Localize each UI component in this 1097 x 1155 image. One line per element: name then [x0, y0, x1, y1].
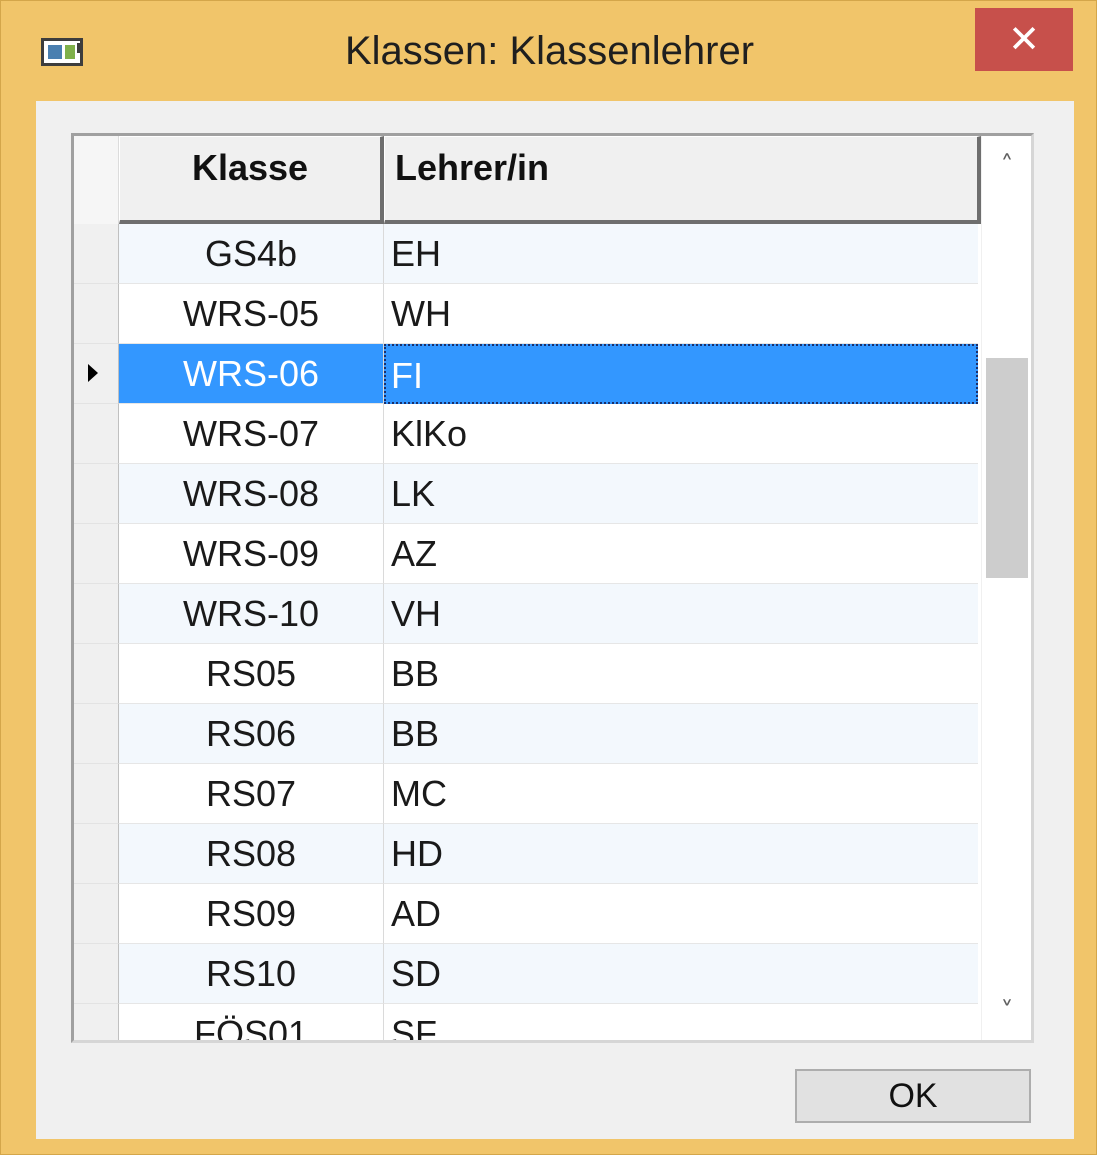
cell-klasse[interactable]: WRS-10 — [119, 584, 384, 644]
current-row-indicator-icon — [88, 364, 98, 382]
row-header-cell[interactable] — [74, 884, 119, 944]
cell-lehrer[interactable]: WH — [384, 284, 978, 344]
row-header-cell[interactable] — [74, 824, 119, 884]
scroll-up-arrow-icon[interactable]: ˄ — [982, 142, 1031, 190]
row-header-cell[interactable] — [74, 644, 119, 704]
row-header-cell[interactable] — [74, 464, 119, 524]
cell-lehrer[interactable]: SD — [384, 944, 978, 1004]
cell-lehrer[interactable]: SF — [384, 1004, 978, 1040]
cell-klasse[interactable]: WRS-08 — [119, 464, 384, 524]
table-row[interactable]: RS09 AD — [74, 884, 978, 944]
cell-lehrer[interactable]: MC — [384, 764, 978, 824]
row-header-cell[interactable] — [74, 704, 119, 764]
cell-klasse[interactable]: RS06 — [119, 704, 384, 764]
table-row[interactable]: RS10 SD — [74, 944, 978, 1004]
row-header-cell[interactable] — [74, 1004, 119, 1040]
table-row[interactable]: RS07 MC — [74, 764, 978, 824]
row-header-cell[interactable] — [74, 224, 119, 284]
row-header-cell[interactable] — [74, 344, 119, 404]
cell-klasse[interactable]: RS09 — [119, 884, 384, 944]
cell-klasse[interactable]: RS05 — [119, 644, 384, 704]
table-row[interactable]: FÖS01 SF — [74, 1004, 978, 1040]
column-header-klasse[interactable]: Klasse — [119, 136, 384, 224]
table-row[interactable]: RS08 HD — [74, 824, 978, 884]
cell-lehrer[interactable]: EH — [384, 224, 978, 284]
table-row[interactable]: WRS-06 FI — [74, 344, 978, 404]
table-row[interactable]: WRS-07 KlKo — [74, 404, 978, 464]
table-row[interactable]: WRS-08 LK — [74, 464, 978, 524]
cell-klasse[interactable]: RS07 — [119, 764, 384, 824]
close-button[interactable]: ✕ — [975, 8, 1073, 71]
row-header-cell[interactable] — [74, 764, 119, 824]
cell-lehrer[interactable]: AZ — [384, 524, 978, 584]
cell-klasse[interactable]: WRS-09 — [119, 524, 384, 584]
table-row[interactable]: WRS-05 WH — [74, 284, 978, 344]
cell-lehrer[interactable]: AD — [384, 884, 978, 944]
cell-lehrer[interactable]: KlKo — [384, 404, 978, 464]
ok-button[interactable]: OK — [795, 1069, 1031, 1123]
cell-lehrer[interactable]: BB — [384, 644, 978, 704]
scrollbar-thumb[interactable] — [986, 358, 1028, 578]
title-bar[interactable]: Klassen: Klassenlehrer ✕ — [1, 1, 1097, 101]
cell-klasse[interactable]: WRS-05 — [119, 284, 384, 344]
dialog-client-area: Klasse Lehrer/in GS4b EH WRS-05 WH WRS-06 FI W… — [36, 101, 1074, 1139]
table-row[interactable]: WRS-09 AZ — [74, 524, 978, 584]
cell-klasse[interactable]: RS08 — [119, 824, 384, 884]
window-title: Klassen: Klassenlehrer — [344, 29, 755, 73]
grid-body: GS4b EH WRS-05 WH WRS-06 FI WRS-07 KlKo WRS-08 LK… — [74, 224, 978, 1040]
cell-lehrer[interactable]: LK — [384, 464, 978, 524]
cell-klasse[interactable]: FÖS01 — [119, 1004, 384, 1040]
table-row[interactable]: RS06 BB — [74, 704, 978, 764]
row-header-cell[interactable] — [74, 284, 119, 344]
cell-lehrer[interactable]: FI — [384, 344, 978, 404]
dialog-window: Klassen: Klassenlehrer ✕ Klasse Lehrer/i… — [0, 0, 1097, 1155]
table-row[interactable]: GS4b EH — [74, 224, 978, 284]
scroll-down-arrow-icon[interactable]: ˅ — [982, 988, 1031, 1036]
cell-klasse[interactable]: WRS-07 — [119, 404, 384, 464]
cell-klasse[interactable]: WRS-06 — [119, 344, 384, 404]
grid-header-row: Klasse Lehrer/in — [74, 136, 981, 224]
grid-corner-cell[interactable] — [74, 136, 119, 224]
column-header-lehrer[interactable]: Lehrer/in — [384, 136, 981, 224]
cell-klasse[interactable]: GS4b — [119, 224, 384, 284]
cell-lehrer[interactable]: HD — [384, 824, 978, 884]
row-header-cell[interactable] — [74, 944, 119, 1004]
vertical-scrollbar[interactable]: ˄ ˅ — [981, 136, 1031, 1040]
cell-lehrer[interactable]: VH — [384, 584, 978, 644]
row-header-cell[interactable] — [74, 584, 119, 644]
row-header-cell[interactable] — [74, 524, 119, 584]
table-row[interactable]: WRS-10 VH — [74, 584, 978, 644]
table-row[interactable]: RS05 BB — [74, 644, 978, 704]
row-header-cell[interactable] — [74, 404, 119, 464]
cell-klasse[interactable]: RS10 — [119, 944, 384, 1004]
class-teacher-grid[interactable]: Klasse Lehrer/in GS4b EH WRS-05 WH WRS-06 FI W… — [71, 133, 1034, 1043]
cell-lehrer[interactable]: BB — [384, 704, 978, 764]
